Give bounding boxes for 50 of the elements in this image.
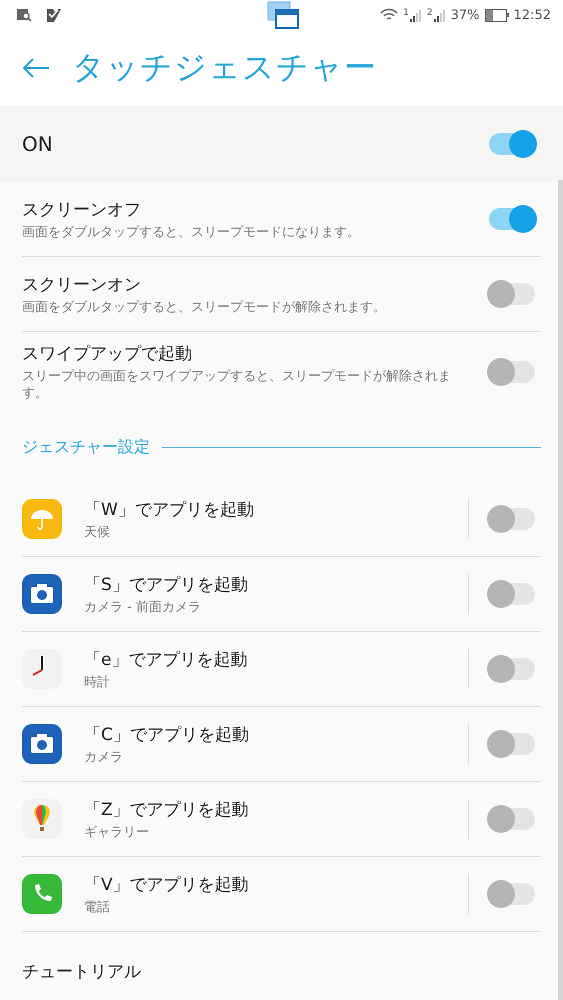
gesture-title: 「Z」でアプリを起動	[84, 798, 250, 820]
setting-title: スクリーンオフ	[22, 198, 142, 220]
app-name: ギャラリー	[84, 824, 150, 840]
battery-percent: 37%	[450, 8, 480, 22]
app-name: 時計	[84, 674, 111, 690]
sim-number: 2	[426, 8, 433, 18]
gesture-title: 「S」でアプリを起動	[84, 574, 249, 596]
sim-number: 1	[403, 8, 409, 18]
toggle-switch[interactable]	[489, 208, 535, 230]
toggle-switch[interactable]	[489, 508, 535, 530]
toggle-switch[interactable]	[489, 883, 535, 905]
toggle-switch[interactable]	[489, 361, 535, 383]
app-name: カメラ - 前面カメラ	[84, 598, 202, 616]
gesture-title: 「V」でアプリを起動	[84, 874, 250, 896]
clock-icon	[22, 649, 62, 689]
camera-icon	[22, 724, 62, 764]
toggle-switch[interactable]	[489, 658, 535, 680]
toggle-switch[interactable]	[489, 133, 535, 155]
app-name: 天候	[84, 524, 111, 540]
signal-icon	[434, 8, 446, 22]
setting-description: スリープ中の画面をスワイプアップすると、スリープモードが解除されます。	[22, 368, 452, 402]
search-image-icon	[16, 8, 32, 22]
gesture-title: 「C」でアプリを起動	[84, 724, 250, 746]
wifi-icon	[380, 8, 398, 22]
master-label: ON	[22, 132, 53, 156]
signal-icon	[410, 8, 422, 22]
toggle-switch[interactable]	[489, 583, 535, 605]
section-title: ジェスチャー設定	[22, 436, 150, 458]
windows-icon[interactable]	[267, 1, 300, 29]
camera-icon	[22, 574, 62, 614]
setting-title: スクリーンオン	[22, 274, 142, 296]
setting-title: スワイプアップで起動	[22, 343, 193, 365]
app-name: 電話	[84, 898, 111, 916]
setting-description: 画面をダブルタップすると、スリープモードが解除されます。	[22, 298, 387, 316]
toggle-switch[interactable]	[489, 733, 535, 755]
tutorial-item[interactable]: チュートリアル	[22, 960, 141, 982]
battery-icon	[484, 8, 509, 22]
toggle-switch[interactable]	[489, 283, 535, 305]
umbrella-icon	[22, 499, 62, 539]
clock-time: 12:52	[514, 8, 551, 22]
checkmark-icon	[46, 8, 62, 22]
phone-icon	[22, 874, 62, 914]
app-name: カメラ	[84, 748, 124, 766]
page-title: タッチジェスチャー	[72, 47, 377, 88]
gesture-title: 「W」でアプリを起動	[84, 498, 255, 520]
back-arrow-icon[interactable]	[22, 57, 50, 79]
toggle-switch[interactable]	[489, 808, 535, 830]
balloon-icon	[22, 799, 62, 839]
gesture-title: 「e」でアプリを起動	[84, 648, 248, 670]
setting-description: 画面をダブルタップすると、スリープモードになります。	[22, 224, 361, 240]
